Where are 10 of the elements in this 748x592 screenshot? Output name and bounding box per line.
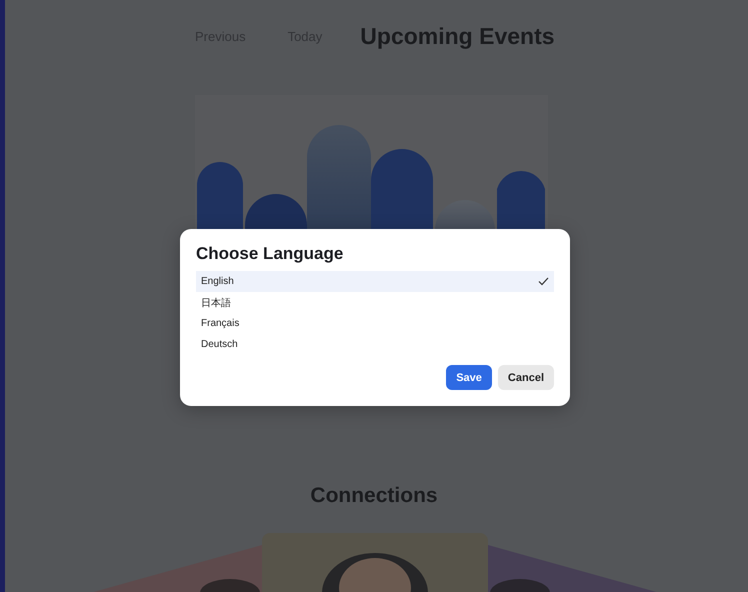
check-icon <box>538 277 549 286</box>
language-option[interactable]: English <box>196 271 554 292</box>
language-option[interactable]: 日本語 <box>196 292 554 313</box>
dialog-button[interactable]: Cancel <box>498 365 554 390</box>
language-option[interactable]: Deutsch <box>196 334 554 355</box>
dialog-title: Choose Language <box>196 243 344 265</box>
page-title: Upcoming Events <box>360 22 555 50</box>
language-option[interactable]: Français <box>196 313 554 334</box>
section-title: Connections <box>309 483 439 509</box>
dialog-button[interactable]: Save <box>446 365 492 390</box>
